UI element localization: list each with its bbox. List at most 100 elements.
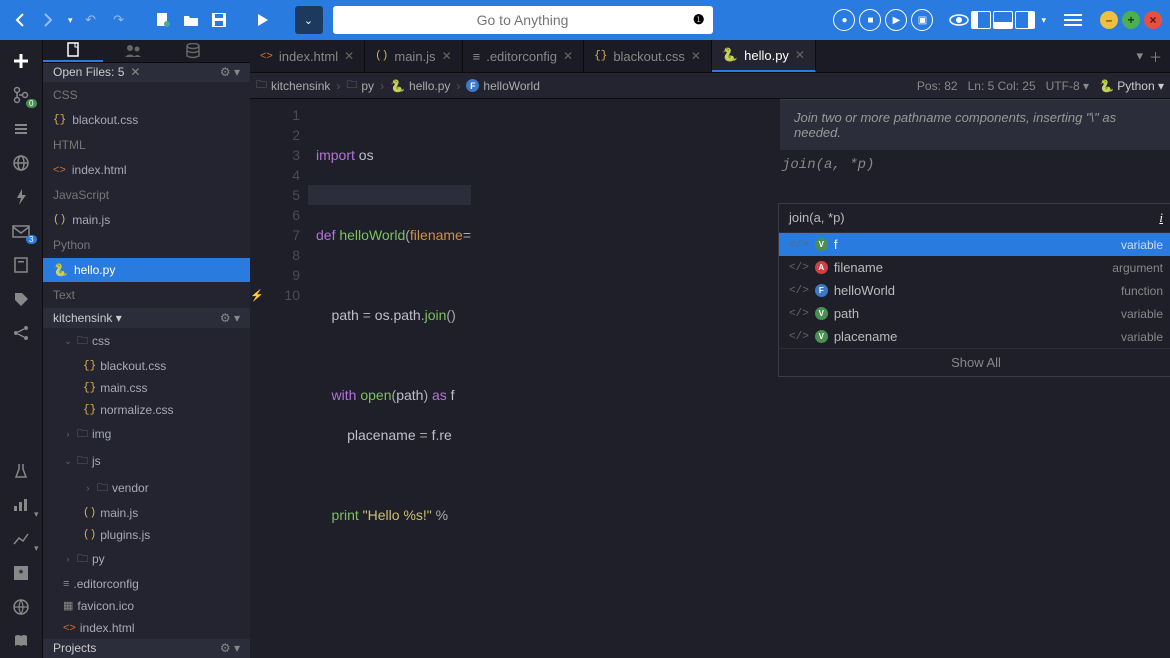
tree-folder-css[interactable]: ⌄🗀css: [43, 328, 250, 355]
bookmark-button[interactable]: [0, 248, 43, 282]
completion-item[interactable]: </>Vfvariable: [779, 233, 1170, 256]
tree-file-maincss[interactable]: {}main.css: [43, 377, 250, 399]
projects-gear-icon[interactable]: ⚙ ▾: [220, 641, 240, 655]
tree-folder-py[interactable]: ›🗀py: [43, 546, 250, 573]
nav-dropdown-icon[interactable]: ▾: [64, 15, 73, 26]
undo-button[interactable]: ↶: [79, 8, 103, 32]
language-selector[interactable]: 🐍 Python ▾: [1099, 79, 1164, 93]
left-panel-toggle[interactable]: [971, 11, 991, 29]
editor-area: <>index.html✕ ()main.js✕ ≡.editorconfig✕…: [250, 40, 1170, 658]
css-icon: {}: [83, 404, 96, 416]
right-panel-toggle[interactable]: [1015, 11, 1035, 29]
window-close-button[interactable]: ×: [1144, 11, 1162, 29]
notifications-button[interactable]: 3: [0, 214, 43, 248]
tree-folder-img[interactable]: ›🗀img: [43, 421, 250, 448]
snippet-button[interactable]: *: [0, 556, 43, 590]
goto-input[interactable]: [343, 12, 703, 28]
docs-button[interactable]: [0, 624, 43, 658]
sidebar-file-index[interactable]: <>index.html: [43, 158, 250, 182]
preview-toggle-icon[interactable]: [949, 13, 969, 27]
breadcrumb-root[interactable]: 🗀kitchensink: [256, 76, 330, 95]
open-files-close-icon[interactable]: ✕: [130, 65, 140, 79]
tree-file-favicon[interactable]: ▦favicon.ico: [43, 595, 250, 617]
completion-item[interactable]: </>Vpathvariable: [779, 302, 1170, 325]
tab-list-icon[interactable]: ▾: [1136, 48, 1143, 64]
flask-button[interactable]: [0, 454, 43, 488]
completion-item[interactable]: </>Afilenameargument: [779, 256, 1170, 279]
tree-folder-vendor[interactable]: ›🗀vendor: [43, 475, 250, 502]
globe-button[interactable]: [0, 146, 43, 180]
sidebar-file-hello[interactable]: 🐍hello.py: [43, 258, 250, 282]
source-control-button[interactable]: 0: [0, 78, 43, 112]
play-macro-button[interactable]: ▶: [885, 9, 907, 31]
breadcrumb-file[interactable]: 🐍hello.py: [390, 79, 450, 93]
tree-file-mainjs[interactable]: ()main.js: [43, 502, 250, 524]
tree-gear-icon[interactable]: ⚙ ▾: [220, 311, 240, 325]
sidebar-tab-people[interactable]: [103, 40, 163, 62]
open-files-gear-icon[interactable]: ⚙ ▾: [220, 65, 240, 79]
save-macro-button[interactable]: ▣: [911, 9, 933, 31]
tab-index[interactable]: <>index.html✕: [250, 40, 365, 72]
tab-label: blackout.css: [613, 49, 685, 64]
tree-file-normalize[interactable]: {}normalize.css: [43, 399, 250, 421]
new-file-button[interactable]: [151, 8, 175, 32]
goto-anything-search[interactable]: ❶: [333, 6, 713, 34]
bottom-panel-toggle[interactable]: [993, 11, 1013, 29]
encoding-selector[interactable]: UTF-8 ▾: [1046, 79, 1089, 93]
tree-file-plugins[interactable]: ()plugins.js: [43, 524, 250, 546]
sidebar-file-blackout[interactable]: {}blackout.css: [43, 108, 250, 132]
top-toolbar: ▾ ↶ ↷ ⌄ ❶ ● ■ ▶ ▣ ▾ – +: [0, 0, 1170, 40]
tree-header[interactable]: kitchensink ▾ ⚙ ▾: [43, 308, 250, 328]
signature-hint: join(a, *p): [782, 157, 874, 173]
chart-button[interactable]: ▾: [0, 488, 43, 522]
close-icon[interactable]: ✕: [795, 48, 805, 62]
completion-item[interactable]: </>Vplacenamevariable: [779, 325, 1170, 348]
save-file-button[interactable]: [207, 8, 231, 32]
close-icon[interactable]: ✕: [344, 49, 354, 63]
window-maximize-button[interactable]: +: [1122, 11, 1140, 29]
tab-editorconfig[interactable]: ≡.editorconfig✕: [463, 40, 584, 72]
tree-file-blackout[interactable]: {}blackout.css: [43, 355, 250, 377]
web-button[interactable]: [0, 590, 43, 624]
breadcrumb-symbol[interactable]: FhelloWorld: [466, 79, 539, 93]
tasks-button[interactable]: [0, 112, 43, 146]
stop-macro-button[interactable]: ■: [859, 9, 881, 31]
close-icon[interactable]: ✕: [442, 49, 452, 63]
run-button[interactable]: [251, 8, 275, 32]
window-minimize-button[interactable]: –: [1100, 11, 1118, 29]
record-button[interactable]: ●: [833, 9, 855, 31]
tag-button[interactable]: [0, 282, 43, 316]
completion-item[interactable]: </>FhelloWorldfunction: [779, 279, 1170, 302]
toolbar-dropdown-button[interactable]: ⌄: [295, 6, 323, 34]
code-text[interactable]: import os def helloWorld(filename= path …: [308, 99, 471, 658]
tab-blackout[interactable]: {}blackout.css✕: [584, 40, 712, 72]
folder-icon: 🗀: [77, 550, 88, 569]
panel-dropdown-icon[interactable]: ▾: [1037, 15, 1046, 26]
new-tab-button[interactable]: [0, 44, 43, 78]
tab-add-icon[interactable]: ＋: [1149, 47, 1162, 66]
nav-forward-button[interactable]: [36, 8, 60, 32]
tab-main[interactable]: ()main.js✕: [365, 40, 462, 72]
info-icon[interactable]: i: [1159, 210, 1163, 226]
tree-file-editorconfig[interactable]: ≡.editorconfig: [43, 573, 250, 595]
completion-show-all[interactable]: Show All: [779, 348, 1170, 376]
redo-button[interactable]: ↷: [107, 8, 131, 32]
tree-label: main.js: [100, 506, 138, 520]
lightning-button[interactable]: [0, 180, 43, 214]
code-editor[interactable]: ⚡ 12345678910 import os def helloWorld(f…: [250, 99, 1170, 658]
projects-header[interactable]: Projects ⚙ ▾: [43, 639, 250, 658]
tree-file-index[interactable]: <>index.html: [43, 617, 250, 639]
tab-hello[interactable]: 🐍hello.py✕: [712, 40, 816, 72]
sidebar-tab-files[interactable]: [43, 40, 103, 62]
menu-button[interactable]: [1062, 14, 1084, 26]
close-icon[interactable]: ✕: [563, 49, 573, 63]
trend-button[interactable]: ▾: [0, 522, 43, 556]
breadcrumb-folder[interactable]: 🗀py: [346, 76, 374, 95]
sidebar-tab-db[interactable]: [163, 40, 223, 62]
tree-folder-js[interactable]: ⌄🗀js: [43, 448, 250, 475]
close-icon[interactable]: ✕: [691, 49, 701, 63]
open-file-button[interactable]: [179, 8, 203, 32]
nav-back-button[interactable]: [8, 8, 32, 32]
share-button[interactable]: [0, 316, 43, 350]
sidebar-file-mainjs[interactable]: ()main.js: [43, 208, 250, 232]
